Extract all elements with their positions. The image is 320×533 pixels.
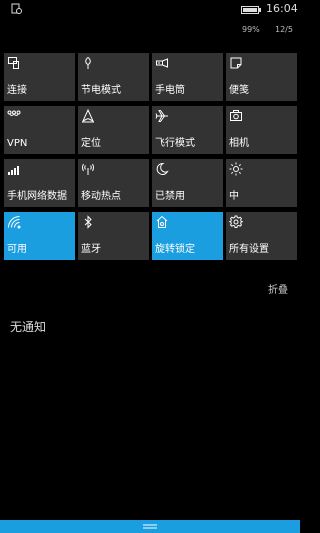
gear-icon <box>229 215 243 228</box>
cellular-icon <box>8 166 19 175</box>
tile-label: 旋转锁定 <box>155 244 195 255</box>
notification-status-icon <box>11 3 22 14</box>
wifi-icon <box>8 216 21 229</box>
tile-connect[interactable]: 连接 <box>4 53 75 101</box>
battery-icon <box>241 6 259 14</box>
flashlight-icon <box>156 58 168 68</box>
airplane-icon <box>155 110 168 122</box>
status-bar: 16:04 99% 12/5 <box>0 0 300 40</box>
drag-handle-icon <box>143 524 157 529</box>
battery-fill <box>243 8 257 12</box>
camera-icon <box>230 110 242 121</box>
tile-label: 手机网络数据 <box>7 191 67 202</box>
tile-mobile-hotspot[interactable]: 移动热点 <box>78 159 149 207</box>
tile-label: 移动热点 <box>81 191 121 202</box>
bluetooth-icon <box>84 215 92 229</box>
tile-label: 已禁用 <box>155 191 185 202</box>
tile-airplane[interactable]: 飞行模式 <box>152 106 223 154</box>
hotspot-icon <box>82 163 94 175</box>
tile-label: 便笺 <box>229 85 249 96</box>
tile-label: 定位 <box>81 138 101 149</box>
tile-quiet-hours[interactable]: 已禁用 <box>152 159 223 207</box>
tile-label: 相机 <box>229 138 249 149</box>
location-icon <box>81 109 95 123</box>
tile-wifi[interactable]: 可用 <box>4 212 75 260</box>
tile-location[interactable]: 定位 <box>78 106 149 154</box>
tile-camera[interactable]: 相机 <box>226 106 297 154</box>
tile-all-settings[interactable]: 所有设置 <box>226 212 297 260</box>
tile-battery-saver[interactable]: 节电模式 <box>78 53 149 101</box>
collapse-button[interactable]: 折叠 <box>268 281 288 296</box>
tile-label: 蓝牙 <box>81 244 101 255</box>
tile-vpn[interactable]: VPN <box>4 106 75 154</box>
brightness-icon <box>229 162 243 176</box>
moon-icon <box>156 162 169 175</box>
tile-brightness[interactable]: 中 <box>226 159 297 207</box>
tile-rotation-lock[interactable]: 旋转锁定 <box>152 212 223 260</box>
tile-label: 连接 <box>7 85 27 96</box>
tile-note[interactable]: 便笺 <box>226 53 297 101</box>
tile-label: 所有设置 <box>229 244 269 255</box>
battery-percent: 99% <box>242 25 260 34</box>
tile-bluetooth[interactable]: 蓝牙 <box>78 212 149 260</box>
rotation-lock-icon <box>156 215 168 228</box>
battery-saver-icon <box>85 56 91 69</box>
note-icon <box>230 57 242 69</box>
action-center: 16:04 99% 12/5 连接 节电模式 手电筒 便笺 VPN 定位 飞行模… <box>0 0 300 533</box>
clock: 16:04 <box>266 2 298 15</box>
tile-label: 飞行模式 <box>155 138 195 149</box>
tile-label: 中 <box>229 191 239 202</box>
no-notifications-label: 无通知 <box>10 320 47 334</box>
drag-handle-bar[interactable] <box>0 520 300 533</box>
tile-flashlight[interactable]: 手电筒 <box>152 53 223 101</box>
battery-tip <box>259 8 261 12</box>
vpn-icon <box>7 110 21 116</box>
tile-label: 可用 <box>7 244 27 255</box>
quick-actions-grid: 连接 节电模式 手电筒 便笺 VPN 定位 飞行模式 相机 手机网络数据 移动热… <box>4 53 297 260</box>
tile-cellular-data[interactable]: 手机网络数据 <box>4 159 75 207</box>
tile-label: 手电筒 <box>155 85 185 96</box>
date: 12/5 <box>275 25 293 34</box>
tile-label: 节电模式 <box>81 85 121 96</box>
connect-icon <box>8 57 19 69</box>
tile-label: VPN <box>7 138 28 149</box>
